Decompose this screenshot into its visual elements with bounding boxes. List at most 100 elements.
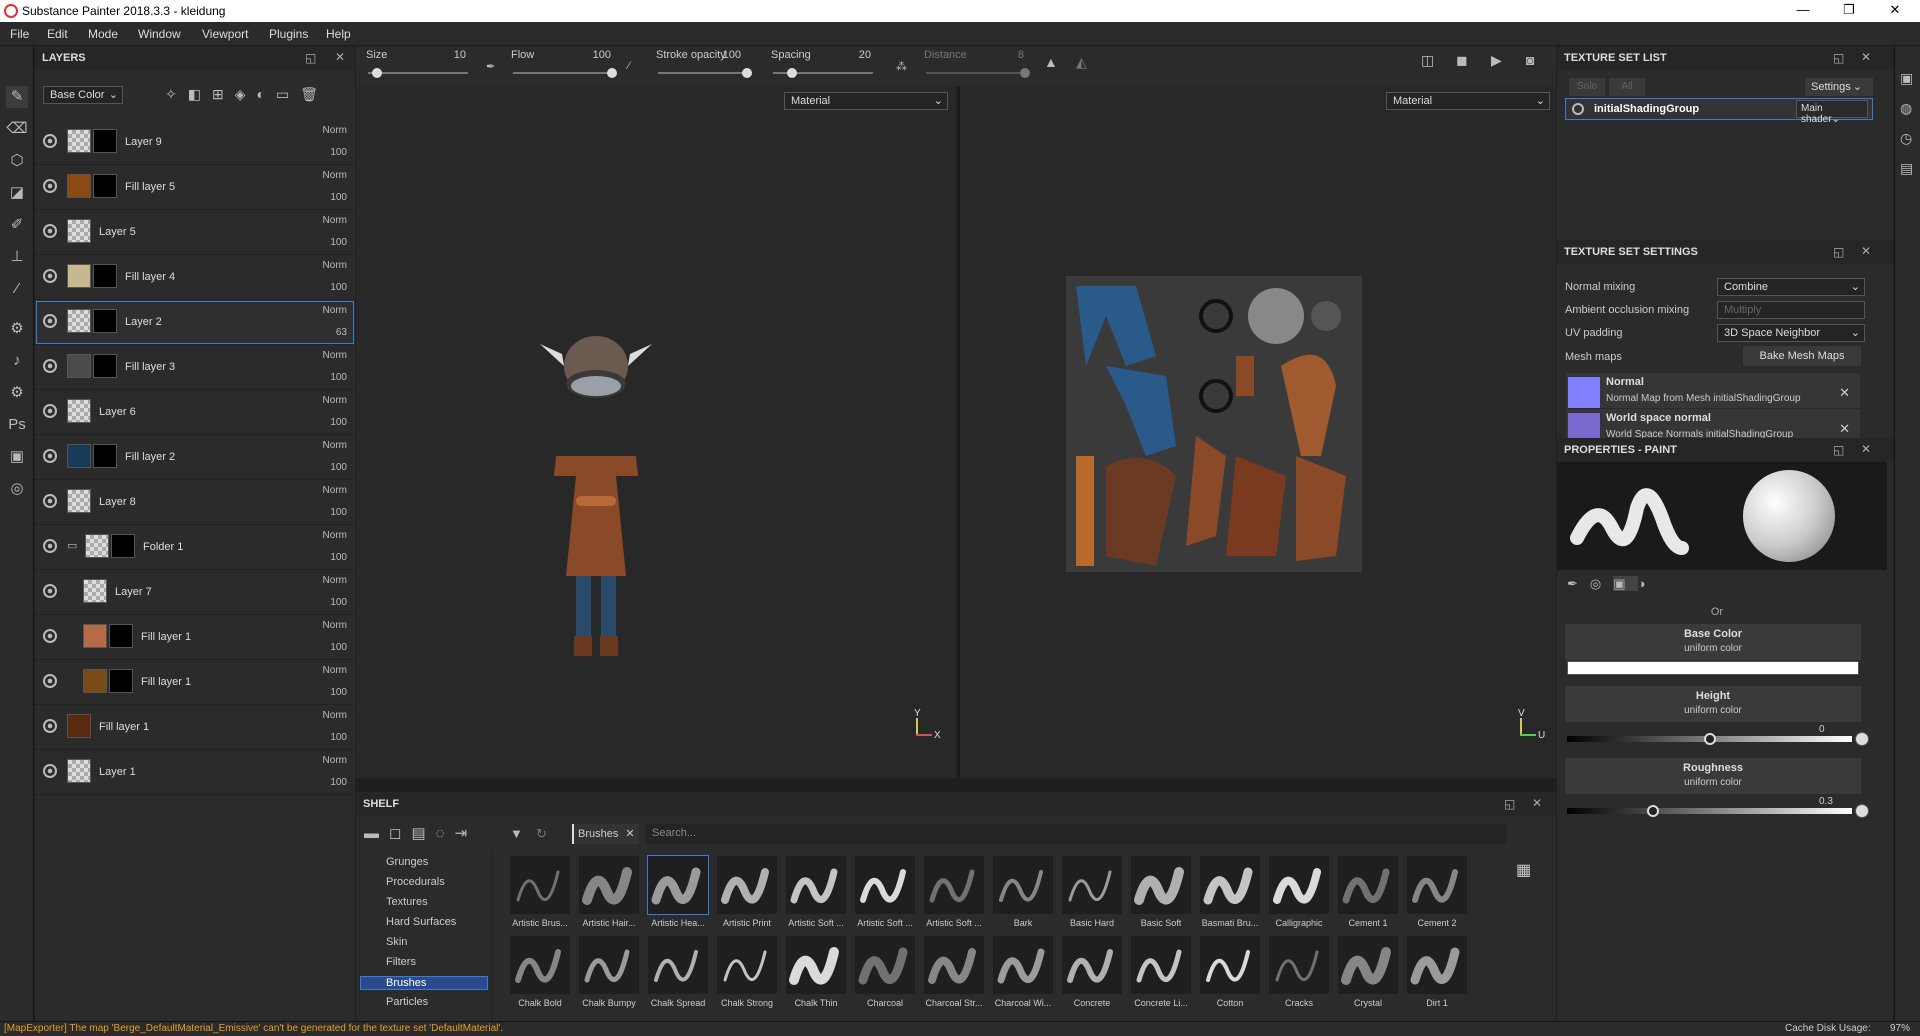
layer-thumbnail[interactable] xyxy=(83,624,107,648)
brush-preset[interactable]: Cement 1 xyxy=(1336,856,1400,934)
layer-mask-thumbnail[interactable] xyxy=(93,444,117,468)
delete-layer-icon[interactable]: 🗑 xyxy=(300,86,329,102)
brush-preset[interactable]: Artistic Brus... xyxy=(508,856,572,934)
menu-edit[interactable]: Edit xyxy=(47,27,68,41)
menu-viewport[interactable]: Viewport xyxy=(202,27,248,41)
normal-mixing-select[interactable]: Combine ⌄ xyxy=(1717,278,1865,296)
brush-preset[interactable]: Chalk Bumpy xyxy=(577,936,641,1014)
layer-name[interactable]: Layer 6 xyxy=(99,406,136,418)
layer-thumbnail[interactable] xyxy=(67,714,91,738)
layer-mask-thumbnail[interactable] xyxy=(93,174,117,198)
layer-name[interactable]: Fill layer 1 xyxy=(141,631,191,643)
size-value[interactable]: 10 xyxy=(426,49,466,61)
height-picker-icon[interactable] xyxy=(1855,732,1869,746)
filter-tag[interactable]: Brushes ✕ xyxy=(572,824,639,844)
brush-preset[interactable]: Chalk Bold xyxy=(508,936,572,1014)
bake-mesh-maps-button[interactable]: Bake Mesh Maps xyxy=(1743,346,1861,366)
spacing-slider-knob[interactable] xyxy=(787,68,797,78)
visibility-eye-icon[interactable] xyxy=(43,674,57,688)
shelf-search-input[interactable]: Search... xyxy=(646,824,1506,844)
base-color-block[interactable]: Base Color uniform color xyxy=(1565,624,1861,660)
shelf-category[interactable]: Textures xyxy=(386,896,428,908)
stroke-pressure-icon[interactable]: ⁄ xyxy=(628,60,630,72)
layer-blend-mode[interactable]: Norm xyxy=(323,485,347,496)
visibility-eye-icon[interactable] xyxy=(43,719,57,733)
visibility-eye-icon[interactable] xyxy=(43,179,57,193)
new-window-icon[interactable]: ◻ xyxy=(389,825,411,842)
stroke-opacity-value[interactable]: 100 xyxy=(711,49,741,61)
viewport-3d-mode-select[interactable]: Material ⌄ xyxy=(784,92,948,110)
layer-name[interactable]: Layer 8 xyxy=(99,496,136,508)
filter-icon[interactable]: ▼ xyxy=(510,826,523,841)
paint-brush-icon[interactable]: ✎ xyxy=(6,86,28,108)
layer-mask-thumbnail[interactable] xyxy=(111,534,135,558)
visibility-eye-icon[interactable] xyxy=(43,494,57,508)
settings-button[interactable]: Settings ⌄ xyxy=(1805,78,1873,96)
maximize-button[interactable]: ❐ xyxy=(1826,0,1872,22)
layer-name[interactable]: Fill layer 2 xyxy=(125,451,175,463)
lazy-mouse-icon[interactable]: ⁂ xyxy=(896,60,907,73)
symmetry-icon[interactable]: ▲ xyxy=(1044,54,1058,70)
brush-preset[interactable]: Artistic Soft ... xyxy=(784,856,848,934)
viewport-uv[interactable]: Material ⌄ V U xyxy=(958,86,1556,778)
pen-pressure-icon[interactable]: ✒ xyxy=(486,60,495,73)
brush-preset[interactable]: Charcoal Str... xyxy=(922,936,986,1014)
shelf-category[interactable]: Skin xyxy=(386,936,407,948)
layer-blend-mode[interactable]: Norm xyxy=(323,125,347,136)
height-value[interactable]: 0 xyxy=(1819,724,1825,735)
brush-preset[interactable]: Basic Soft xyxy=(1129,856,1193,934)
layer-opacity[interactable]: 100 xyxy=(330,687,347,698)
layer-row[interactable]: Layer 2 Norm 63 xyxy=(35,300,355,345)
layer-opacity[interactable]: 100 xyxy=(330,462,347,473)
close-panel-icon[interactable]: ✕ xyxy=(1861,244,1871,258)
float-panel-icon[interactable]: ◱ xyxy=(1833,245,1844,259)
alpha-tab-icon[interactable]: ◎ xyxy=(1590,576,1613,591)
height-block[interactable]: Height uniform color xyxy=(1565,686,1861,722)
brush-preset[interactable]: Dirt 1 xyxy=(1405,936,1469,1014)
roughness-block[interactable]: Roughness uniform color xyxy=(1565,758,1861,794)
layer-row[interactable]: Fill layer 2 Norm 100 xyxy=(35,435,355,480)
brush-preset[interactable]: Basmati Bru... xyxy=(1198,856,1262,934)
brush-preset[interactable]: Artistic Hea... xyxy=(646,855,710,934)
layer-thumbnail[interactable] xyxy=(67,129,91,153)
layer-row[interactable]: Fill layer 1 Norm 100 xyxy=(35,660,355,705)
shelf-category[interactable]: Grunges xyxy=(386,856,428,868)
visibility-eye-icon[interactable] xyxy=(43,764,57,778)
layer-mask-thumbnail[interactable] xyxy=(93,309,117,333)
visibility-eye-icon[interactable] xyxy=(43,359,57,373)
color-picker-icon[interactable]: ⁄ xyxy=(6,278,28,300)
layer-opacity[interactable]: 100 xyxy=(330,642,347,653)
layer-blend-mode[interactable]: Norm xyxy=(323,620,347,631)
brush-preset[interactable]: Charcoal Wi... xyxy=(991,936,1055,1014)
uv-texture-map[interactable] xyxy=(1066,276,1362,572)
layer-row[interactable]: Layer 6 Norm 100 xyxy=(35,390,355,435)
layer-row[interactable]: Fill layer 5 Norm 100 xyxy=(35,165,355,210)
layer-row[interactable]: Layer 7 Norm 100 xyxy=(35,570,355,615)
layer-blend-mode[interactable]: Norm xyxy=(323,215,347,226)
share-icon[interactable]: ⚙ xyxy=(6,382,28,404)
shelf-category[interactable]: Particles xyxy=(386,996,428,1008)
brush-preset[interactable]: Artistic Hair... xyxy=(577,856,641,934)
layer-row[interactable]: Fill layer 4 Norm 100 xyxy=(35,255,355,300)
layer-row[interactable]: Fill layer 3 Norm 100 xyxy=(35,345,355,390)
mesh-map-item[interactable]: Normal Normal Map from Mesh initialShadin… xyxy=(1565,372,1861,412)
layer-thumbnail[interactable] xyxy=(67,264,91,288)
menu-file[interactable]: File xyxy=(10,27,29,41)
layer-blend-mode[interactable]: Norm xyxy=(323,575,347,586)
layer-blend-mode[interactable]: Norm xyxy=(323,260,347,271)
layer-mask-thumbnail[interactable] xyxy=(109,669,133,693)
photoshop-icon[interactable]: Ps xyxy=(6,414,28,436)
import-icon[interactable]: ⇥ xyxy=(455,825,478,842)
layer-thumbnail[interactable] xyxy=(67,354,91,378)
remove-map-icon[interactable]: ✕ xyxy=(1839,421,1850,437)
layer-mask-thumbnail[interactable] xyxy=(109,624,133,648)
layer-blend-mode[interactable]: Norm xyxy=(323,755,347,766)
shelf-category[interactable]: Brushes xyxy=(360,976,488,990)
float-panel-icon[interactable]: ◱ xyxy=(1504,797,1515,811)
size-slider-knob[interactable] xyxy=(372,68,382,78)
layer-row[interactable]: Fill layer 1 Norm 100 xyxy=(35,615,355,660)
brush-preset[interactable]: Bark xyxy=(991,856,1055,934)
close-button[interactable]: ✕ xyxy=(1872,0,1918,22)
height-slider[interactable] xyxy=(1567,733,1852,745)
brush-preset[interactable]: Artistic Soft ... xyxy=(922,856,986,934)
